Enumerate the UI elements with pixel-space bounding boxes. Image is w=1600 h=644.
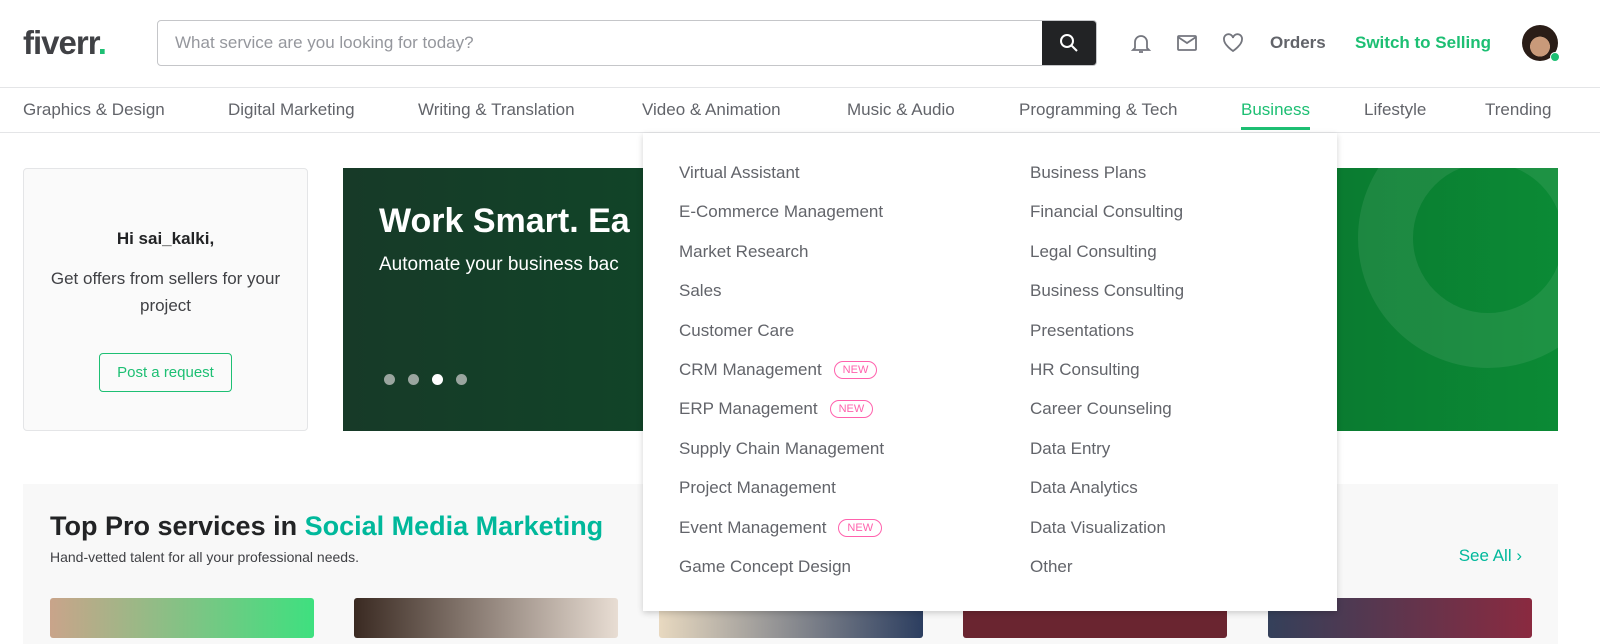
section-title-text: Top Pro services in — [50, 511, 305, 541]
category-video-animation[interactable]: Video & Animation — [642, 100, 781, 120]
dropdown-item[interactable]: E-Commerce Management — [679, 202, 884, 241]
dropdown-item[interactable]: Sales — [679, 281, 884, 320]
heart-icon[interactable] — [1222, 32, 1244, 54]
dropdown-item[interactable]: HR Consulting — [1030, 360, 1184, 399]
category-business[interactable]: Business — [1241, 100, 1310, 130]
dropdown-item[interactable]: Legal Consulting — [1030, 242, 1184, 281]
category-music-audio[interactable]: Music & Audio — [847, 100, 955, 120]
carousel-dots — [384, 374, 467, 385]
dropdown-item[interactable]: ERP Management NEW — [679, 399, 884, 438]
category-lifestyle[interactable]: Lifestyle — [1364, 100, 1426, 120]
search-icon — [1060, 34, 1078, 52]
dropdown-item[interactable]: Virtual Assistant — [679, 163, 884, 202]
fiverr-logo[interactable]: fiverr. — [23, 24, 107, 62]
dropdown-item[interactable]: Financial Consulting — [1030, 202, 1184, 241]
welcome-text: Get offers from sellers for your project — [50, 269, 281, 315]
dropdown-item[interactable]: Presentations — [1030, 321, 1184, 360]
carousel-dot[interactable] — [456, 374, 467, 385]
search-bar — [157, 20, 1097, 66]
category-nav: Graphics & Design Digital Marketing Writ… — [0, 88, 1600, 133]
dropdown-item[interactable]: Market Research — [679, 242, 884, 281]
dropdown-item-label: Sales — [679, 281, 722, 301]
switch-to-selling-link[interactable]: Switch to Selling — [1355, 33, 1491, 53]
category-trending[interactable]: Trending — [1485, 100, 1551, 120]
carousel-dot[interactable] — [384, 374, 395, 385]
search-input[interactable] — [158, 21, 1042, 65]
bell-icon[interactable] — [1130, 32, 1152, 54]
dropdown-item[interactable]: Business Consulting — [1030, 281, 1184, 320]
welcome-card: Hi sai_kalki, Get offers from sellers fo… — [23, 168, 308, 431]
section-title: Top Pro services in Social Media Marketi… — [50, 511, 603, 542]
search-button[interactable] — [1042, 21, 1096, 65]
new-badge: NEW — [833, 360, 878, 379]
post-request-button[interactable]: Post a request — [99, 353, 232, 392]
dropdown-item-label: E-Commerce Management — [679, 202, 884, 222]
dropdown-item[interactable]: Business Plans — [1030, 163, 1184, 202]
see-all-link[interactable]: See All › — [1459, 546, 1522, 566]
dropdown-item[interactable]: CRM Management NEW — [679, 360, 884, 399]
dropdown-item[interactable]: Data Visualization — [1030, 518, 1184, 557]
envelope-icon[interactable] — [1176, 32, 1198, 54]
carousel-dot-active[interactable] — [432, 374, 443, 385]
dropdown-item[interactable]: Project Management — [679, 478, 884, 517]
decorative-ring — [1358, 168, 1558, 368]
dropdown-item[interactable]: Customer Care — [679, 321, 884, 360]
logo-text: fiverr — [23, 24, 99, 61]
greeting: Hi sai_kalki, — [116, 229, 215, 248]
dropdown-item-label: Supply Chain Management — [679, 438, 885, 458]
dropdown-item-label: Virtual Assistant — [679, 163, 800, 182]
dropdown-item[interactable]: Data Analytics — [1030, 478, 1184, 517]
dropdown-item-label: Market Research — [679, 241, 809, 261]
section-title-highlight[interactable]: Social Media Marketing — [305, 511, 604, 541]
carousel-dot[interactable] — [408, 374, 419, 385]
logo-dot: . — [97, 24, 107, 61]
section-subtitle: Hand-vetted talent for all your professi… — [50, 549, 359, 565]
dropdown-item[interactable]: Supply Chain Management — [679, 439, 884, 478]
new-badge: NEW — [829, 400, 874, 419]
dropdown-column-1: Virtual Assistant E-Commerce Management Ma… — [679, 163, 884, 596]
avatar[interactable] — [1522, 25, 1560, 62]
dropdown-item[interactable]: Data Entry — [1030, 439, 1184, 478]
dropdown-item[interactable]: Other — [1030, 557, 1184, 596]
category-graphics-design[interactable]: Graphics & Design — [23, 100, 165, 120]
dropdown-item-label: Event Management — [679, 517, 827, 537]
category-writing-translation[interactable]: Writing & Translation — [418, 100, 575, 120]
banner-subtitle: Automate your business bac — [379, 254, 619, 275]
dropdown-item-label: ERP Management — [679, 399, 818, 419]
category-programming-tech[interactable]: Programming & Tech — [1019, 100, 1177, 120]
new-badge: NEW — [838, 518, 883, 537]
orders-link[interactable]: Orders — [1270, 33, 1326, 53]
service-card[interactable] — [50, 598, 314, 638]
dropdown-item[interactable]: Career Counseling — [1030, 399, 1184, 438]
dropdown-item-label: Game Concept Design — [679, 556, 851, 576]
banner-title: Work Smart. Ea — [379, 202, 630, 240]
dropdown-item[interactable]: Game Concept Design — [679, 557, 884, 596]
service-card[interactable] — [354, 598, 618, 638]
dropdown-item-label: Project Management — [679, 478, 836, 498]
header: fiverr. Orders Switch to Selling — [0, 0, 1600, 88]
category-digital-marketing[interactable]: Digital Marketing — [228, 100, 355, 120]
dropdown-item-label: Customer Care — [679, 320, 795, 340]
online-indicator — [1550, 52, 1560, 62]
dropdown-item[interactable]: Event Management NEW — [679, 518, 884, 557]
business-dropdown-menu: Virtual Assistant E-Commerce Management Ma… — [643, 133, 1337, 611]
dropdown-column-2: Business Plans Financial Consulting Legal … — [1030, 163, 1184, 596]
dropdown-item-label: CRM Management — [679, 359, 822, 379]
